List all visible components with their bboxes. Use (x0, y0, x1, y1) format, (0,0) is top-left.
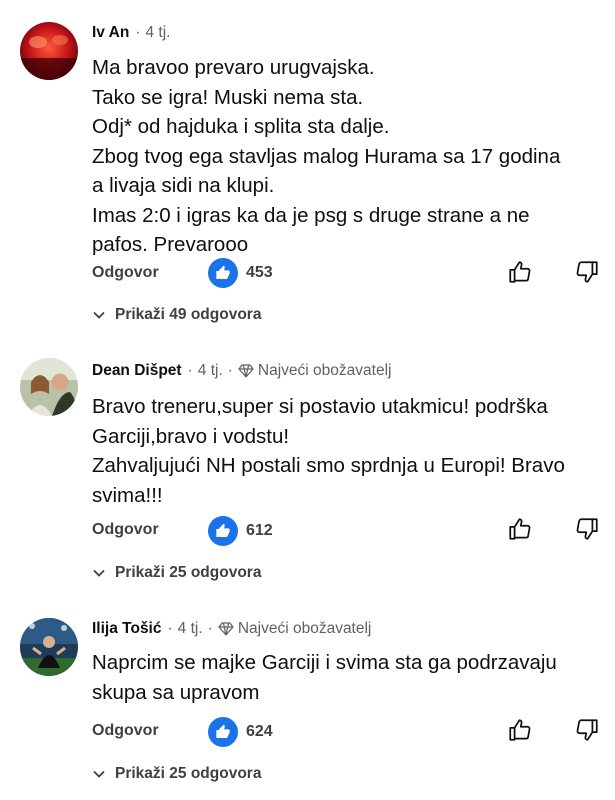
avatar[interactable] (20, 358, 78, 416)
comment-meta: Dean Dišpet · 4 tj. · Najveći obožavatel… (92, 361, 391, 381)
thumbs-up-outline-icon[interactable] (507, 516, 533, 542)
comment-line: Imas 2:0 i igras ka da je psg s druge st… (92, 203, 530, 227)
timestamp: 4 tj. (145, 24, 171, 41)
like-summary[interactable]: 612 (208, 516, 273, 546)
view-replies-label: Prikaži 25 odgovora (115, 765, 262, 782)
comment-line: skupa sa upravom (92, 680, 260, 704)
comment-line: Naprcim se majke Garciji i svima sta ga … (92, 651, 557, 674)
separator: · (187, 362, 193, 379)
top-fan-badge: Najveći obožavatelj (237, 620, 372, 637)
comment-line: a livaja sidi na klupi. (92, 174, 275, 197)
avatar[interactable] (20, 22, 78, 80)
chevron-down-icon (93, 770, 105, 778)
comment-text: Bravo treneru,super si postavio utakmicu… (92, 392, 602, 510)
comment-line: Ma bravoo prevaro urugvajska. (92, 56, 375, 79)
view-replies-button[interactable]: Prikaži 25 odgovora (92, 765, 261, 783)
thumbs-up-outline-icon[interactable] (507, 717, 533, 743)
comment-text: Ma bravoo prevaro urugvajska. Tako se ig… (92, 53, 602, 260)
like-summary[interactable]: 624 (208, 717, 273, 747)
view-replies-label: Prikaži 49 odgovora (115, 306, 262, 323)
comment-meta: Iv An · 4 tj. (92, 23, 170, 43)
like-count: 624 (246, 723, 273, 740)
view-replies-button[interactable]: Prikaži 25 odgovora (92, 564, 261, 582)
diamond-icon (238, 364, 254, 378)
thumbs-down-outline-icon[interactable] (574, 259, 600, 285)
like-summary[interactable]: 453 (208, 258, 273, 288)
separator: · (227, 362, 233, 379)
diamond-icon (218, 622, 234, 636)
comment-line: Garciji,bravo i vodstu! (92, 424, 290, 448)
like-count: 453 (246, 264, 273, 281)
thumbs-up-outline-icon[interactable] (507, 259, 533, 285)
separator: · (207, 620, 213, 637)
author-name[interactable]: Dean Dišpet (92, 362, 182, 380)
view-replies-label: Prikaži 25 odgovora (115, 564, 262, 581)
comment-line: Tako se igra! Muski nema sta. (92, 85, 364, 109)
reply-button[interactable]: Odgovor (92, 264, 159, 282)
separator: · (135, 24, 141, 41)
comment-text: Naprcim se majke Garciji i svima sta ga … (92, 648, 602, 707)
chevron-down-icon (93, 311, 105, 319)
reply-button[interactable]: Odgovor (92, 722, 159, 740)
reply-button[interactable]: Odgovor (92, 521, 159, 539)
thumbs-up-filled-icon (208, 258, 238, 288)
thumbs-down-outline-icon[interactable] (574, 717, 600, 743)
comment-line: svima!!! (92, 483, 163, 507)
timestamp: 4 tj. (177, 620, 203, 637)
comment-line: pafos. Prevarooo (92, 233, 249, 256)
separator: · (167, 620, 173, 637)
chevron-down-icon (93, 569, 105, 577)
author-name[interactable]: Ilija Tošić (92, 620, 162, 638)
comment-meta: Ilija Tošić · 4 tj. · Najveći obožavatel… (92, 619, 371, 639)
top-fan-badge: Najveći obožavatelj (257, 362, 392, 379)
avatar[interactable] (20, 618, 78, 676)
like-count: 612 (246, 522, 273, 539)
timestamp: 4 tj. (197, 362, 223, 379)
comment-line: Zbog tvog ega stavljas malog Hurama sa 1… (92, 144, 561, 168)
view-replies-button[interactable]: Prikaži 49 odgovora (92, 306, 261, 324)
comment-line: Odj* od hajduka i splita sta dalje. (92, 115, 390, 138)
comment-line: Bravo treneru,super si postavio utakmicu… (92, 395, 548, 418)
author-name[interactable]: Iv An (92, 24, 129, 42)
thumbs-down-outline-icon[interactable] (574, 516, 600, 542)
comment-line: Zahvaljujući NH postali smo sprdnja u Eu… (92, 454, 565, 477)
thumbs-up-filled-icon (208, 717, 238, 747)
thumbs-up-filled-icon (208, 516, 238, 546)
